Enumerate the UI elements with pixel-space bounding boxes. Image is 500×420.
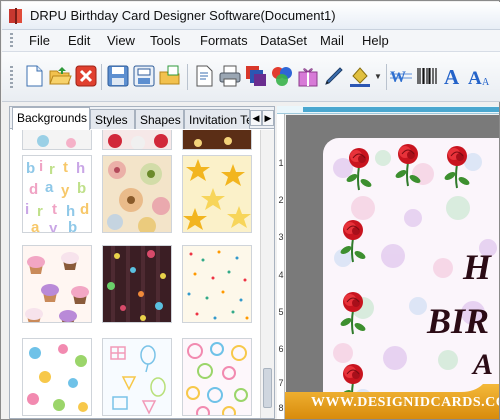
svg-text:A: A [482,77,490,88]
svg-text:d: d [80,201,89,218]
pen-icon[interactable] [322,64,346,88]
svg-text:b: b [77,180,86,197]
menu-grip [10,33,13,49]
barcode-icon[interactable] [415,64,439,88]
svg-text:a: a [31,219,40,233]
website-url-text: WWW.DESIGNIDCARDS.COM [311,395,499,410]
ruler-number: 2 [278,195,284,205]
thumbnail[interactable] [102,130,172,150]
backgrounds-panel: Backgrounds Styles Shapes Invitation Te … [9,106,275,419]
app-logo-icon [9,8,22,24]
thumbnail-alphabet-letters[interactable]: birth dayb irthd ayb [22,155,92,233]
chevron-down-icon[interactable]: ▼ [374,72,382,81]
svg-text:h: h [76,160,85,177]
svg-text:W: W [390,69,406,86]
print-preview-icon[interactable] [192,64,216,88]
toolbar: ▼ W A A A [2,52,500,102]
thumbnail[interactable] [22,130,92,150]
menu-file[interactable]: File [29,33,50,48]
save-icon[interactable] [106,64,130,88]
thumbnail-sprinkles[interactable] [182,245,252,323]
toolbar-separator [101,64,102,90]
website-banner: WWW.DESIGNIDCARDS.COM [285,384,499,419]
menu-tools[interactable]: Tools [150,33,180,48]
print-icon[interactable] [218,64,242,88]
panel-tabs: Backgrounds Styles Shapes Invitation Te … [10,107,274,130]
ruler-number: 8 [278,403,284,413]
svg-text:h: h [66,203,75,220]
menu-mail[interactable]: Mail [320,33,344,48]
horizontal-ruler [277,106,499,114]
fill-color-icon[interactable] [348,64,372,88]
svg-text:y: y [49,220,58,233]
card-greeting-line2[interactable]: BIR [427,300,489,342]
birthday-card-preview[interactable]: H BIR A [323,138,499,419]
ruler-number: 3 [278,232,284,242]
thumbnail-birthday-doodles[interactable] [102,338,172,416]
svg-text:y: y [61,182,70,199]
title-bar: DRPU Birthday Card Designer Software(Doc… [2,2,500,30]
toolbar-grip [10,66,13,90]
tab-shapes[interactable]: Shapes [135,109,184,129]
tab-scroll-right-icon[interactable]: ▶ [262,110,274,126]
svg-text:t: t [63,159,68,176]
menu-dataset[interactable]: DataSet [260,33,307,48]
toolbar-separator [386,64,387,90]
wordart-icon[interactable]: W [389,64,413,88]
menu-formats[interactable]: Formats [200,33,248,48]
svg-text:i: i [25,201,29,218]
ruler-number: 5 [278,307,284,317]
close-icon[interactable] [74,64,98,88]
thumbnail-colorful-circles[interactable] [182,338,252,416]
thumbnail-scrollbar[interactable] [260,130,274,418]
svg-text:t: t [52,201,57,218]
menu-bar: File Edit View Tools Formats DataSet Mai… [2,30,500,52]
new-document-icon[interactable] [22,64,46,88]
thumbnail-yellow-stars[interactable] [182,155,252,233]
window-title: DRPU Birthday Card Designer Software(Doc… [30,8,336,23]
vertical-ruler: 1 2 3 4 5 6 7 8 [277,114,285,419]
gift-icon[interactable] [296,64,320,88]
svg-text:r: r [49,161,55,178]
thumbnail-dark-confetti-dots[interactable] [102,245,172,323]
thumbnail-paisley-floral[interactable] [102,155,172,233]
menu-view[interactable]: View [107,33,135,48]
ruler-number: 6 [278,344,284,354]
color-palette-icon[interactable] [270,64,294,88]
svg-text:a: a [45,179,54,196]
tab-styles[interactable]: Styles [90,109,135,129]
layers-icon[interactable] [244,64,268,88]
svg-text:d: d [29,181,38,198]
menu-help[interactable]: Help [362,33,389,48]
svg-text:i: i [39,158,43,175]
open-template-icon[interactable] [158,64,182,88]
thumbnail-cupcakes[interactable] [22,245,92,323]
svg-text:A: A [468,68,482,88]
thumbnail[interactable] [182,130,252,150]
svg-text:r: r [37,203,43,220]
svg-text:b: b [26,160,35,177]
tab-invitation-text[interactable]: Invitation Te [184,109,250,129]
app-window: DRPU Birthday Card Designer Software(Doc… [0,0,500,420]
ruler-highlight [303,107,499,112]
font-size-icon[interactable]: A A [467,64,491,88]
tab-scroll-left-icon[interactable]: ◀ [250,110,262,126]
save-as-icon[interactable] [132,64,156,88]
ruler-number: 7 [278,378,284,388]
card-greeting-line3[interactable]: A [473,348,493,382]
svg-text:A: A [444,65,460,88]
tab-backgrounds[interactable]: Backgrounds [12,107,90,130]
ruler-number: 1 [278,158,284,168]
text-icon[interactable]: A [441,64,465,88]
thumbnail-kids-toys[interactable] [22,338,92,416]
ruler-number: 4 [278,270,284,280]
menu-edit[interactable]: Edit [68,33,90,48]
scrollbar-thumb[interactable] [263,368,272,408]
toolbar-separator [187,64,188,90]
svg-text:b: b [68,219,77,233]
background-thumbnail-grid: birth dayb irthd ayb [10,130,260,418]
open-folder-icon[interactable] [48,64,72,88]
card-greeting-line1[interactable]: H [463,246,491,288]
